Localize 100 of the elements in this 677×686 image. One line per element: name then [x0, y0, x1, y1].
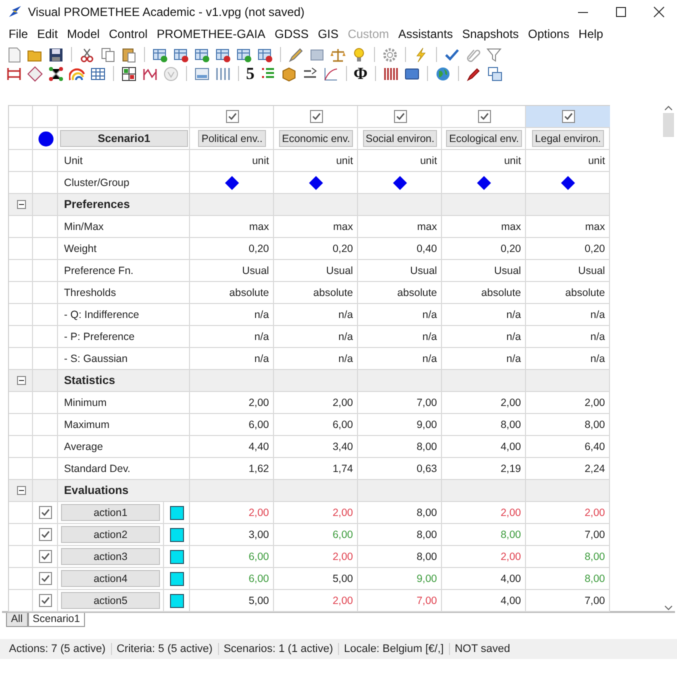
checkbox[interactable] [394, 110, 406, 123]
action-color-swatch[interactable] [170, 572, 184, 586]
table-cell: n/a [422, 330, 437, 342]
pencil-icon[interactable] [288, 46, 304, 62]
menu-item[interactable]: Assistants [394, 27, 458, 41]
table-remove-icon[interactable] [173, 46, 189, 62]
scenario-button[interactable]: Scenario1 [60, 130, 188, 147]
table-add-icon[interactable] [152, 46, 168, 62]
menu-item[interactable]: GDSS [270, 27, 314, 41]
collapse-icon[interactable] [16, 376, 26, 385]
criterion-button[interactable]: Economic env. [278, 130, 354, 147]
rainbow-icon[interactable] [69, 66, 85, 82]
tab[interactable]: All [6, 613, 28, 627]
diamond-icon[interactable] [27, 66, 43, 82]
action-button[interactable]: action4 [61, 570, 160, 587]
table-add-icon[interactable] [236, 46, 252, 62]
grid-icon[interactable] [121, 66, 137, 82]
scrollbar-thumb[interactable] [662, 113, 674, 137]
file-icon[interactable] [6, 46, 22, 62]
table-cell: max [333, 220, 353, 232]
row-label: Min/Max [64, 220, 104, 232]
table-cell: 8,00 [416, 440, 437, 452]
toolbar-button[interactable]: Φ [354, 66, 368, 82]
action-button[interactable]: action5 [61, 592, 160, 609]
tab[interactable]: Scenario1 [28, 613, 85, 627]
action-button[interactable]: action3 [61, 548, 160, 565]
copy-icon[interactable] [100, 46, 116, 62]
table-cell: max [501, 220, 521, 232]
table-cell: 7,00 [584, 528, 605, 540]
menu-item[interactable]: Control [104, 27, 152, 41]
window-title: Visual PROMETHEE Academic - v1.vpg (not saved) [28, 5, 306, 19]
criterion-button[interactable]: Social environ. [362, 130, 438, 147]
checkbox[interactable] [310, 110, 322, 123]
scroll-down-icon[interactable] [664, 605, 672, 611]
table-cell: 2,00 [584, 506, 605, 518]
action-color-swatch[interactable] [170, 506, 184, 520]
network-icon[interactable] [48, 66, 64, 82]
close-icon[interactable] [653, 6, 665, 18]
window-icon[interactable] [194, 66, 210, 82]
menu-item[interactable]: Help [574, 27, 608, 41]
table-cell: n/a [338, 308, 353, 320]
scale-icon[interactable] [330, 46, 346, 62]
table-remove-icon[interactable] [257, 46, 273, 62]
table-cell: 6,00 [332, 418, 353, 430]
checkbox[interactable] [39, 506, 52, 519]
checkbox[interactable] [226, 110, 238, 123]
table-remove-icon[interactable] [215, 46, 231, 62]
curve-icon[interactable] [322, 66, 338, 82]
selected-column-header[interactable] [526, 106, 610, 127]
criterion-button[interactable]: Ecological env. [446, 130, 522, 147]
gear-icon[interactable] [382, 46, 398, 62]
checkbox[interactable] [478, 110, 490, 123]
action-color-swatch[interactable] [170, 528, 184, 542]
scroll-up-icon[interactable] [664, 105, 672, 111]
menu-item[interactable]: Model [62, 27, 104, 41]
checkbox[interactable] [39, 550, 52, 563]
table-cell: absolute [229, 286, 269, 298]
table-cell: 2,00 [500, 396, 521, 408]
ruler-icon[interactable] [6, 66, 22, 82]
table-cell: 0,20 [332, 242, 353, 254]
check-icon[interactable] [444, 46, 460, 62]
marker-icon[interactable] [466, 66, 482, 82]
checkbox[interactable] [39, 572, 52, 585]
monitor-icon[interactable] [404, 66, 420, 82]
table-cell: 2,00 [332, 594, 353, 606]
menu-item[interactable]: File [4, 27, 33, 41]
box-icon[interactable] [280, 66, 296, 82]
columns-icon[interactable] [215, 66, 231, 82]
menu-item[interactable]: Snapshots [458, 27, 524, 41]
collapse-icon[interactable] [16, 200, 26, 209]
windows-icon[interactable] [486, 66, 503, 82]
menu-item[interactable]: Options [523, 27, 574, 41]
save-icon[interactable] [48, 46, 64, 62]
row-label: Minimum [64, 396, 107, 408]
action-color-swatch[interactable] [170, 550, 184, 564]
bulb-icon[interactable] [351, 46, 367, 62]
criterion-button[interactable]: Political env.. [198, 130, 266, 147]
row-label: - P: Preference [64, 330, 135, 342]
table-add-icon[interactable] [194, 46, 210, 62]
menu-item[interactable]: GIS [313, 27, 344, 41]
scissors-icon[interactable] [79, 46, 95, 62]
bars-icon[interactable] [382, 66, 399, 82]
table-cell: 4,40 [248, 440, 269, 452]
checkbox[interactable] [562, 110, 574, 123]
action-button[interactable]: action1 [61, 504, 160, 521]
table-cell: 1,62 [248, 462, 269, 474]
collapse-icon[interactable] [16, 486, 26, 495]
maximize-icon[interactable] [615, 6, 627, 18]
table-cell: n/a [590, 308, 605, 320]
globe-icon[interactable] [434, 66, 451, 82]
action-color-swatch[interactable] [170, 594, 184, 608]
toolbar-button[interactable]: 5 [246, 66, 254, 82]
checkbox[interactable] [39, 528, 52, 541]
table-cell: 4,00 [500, 440, 521, 452]
menu-item[interactable]: PROMETHEE-GAIA [152, 27, 270, 41]
criterion-button[interactable]: Legal environ. [532, 130, 604, 147]
checkbox[interactable] [39, 594, 52, 607]
paste-icon[interactable] [121, 46, 137, 62]
menu-item[interactable]: Edit [32, 27, 62, 41]
action-button[interactable]: action2 [61, 526, 160, 543]
